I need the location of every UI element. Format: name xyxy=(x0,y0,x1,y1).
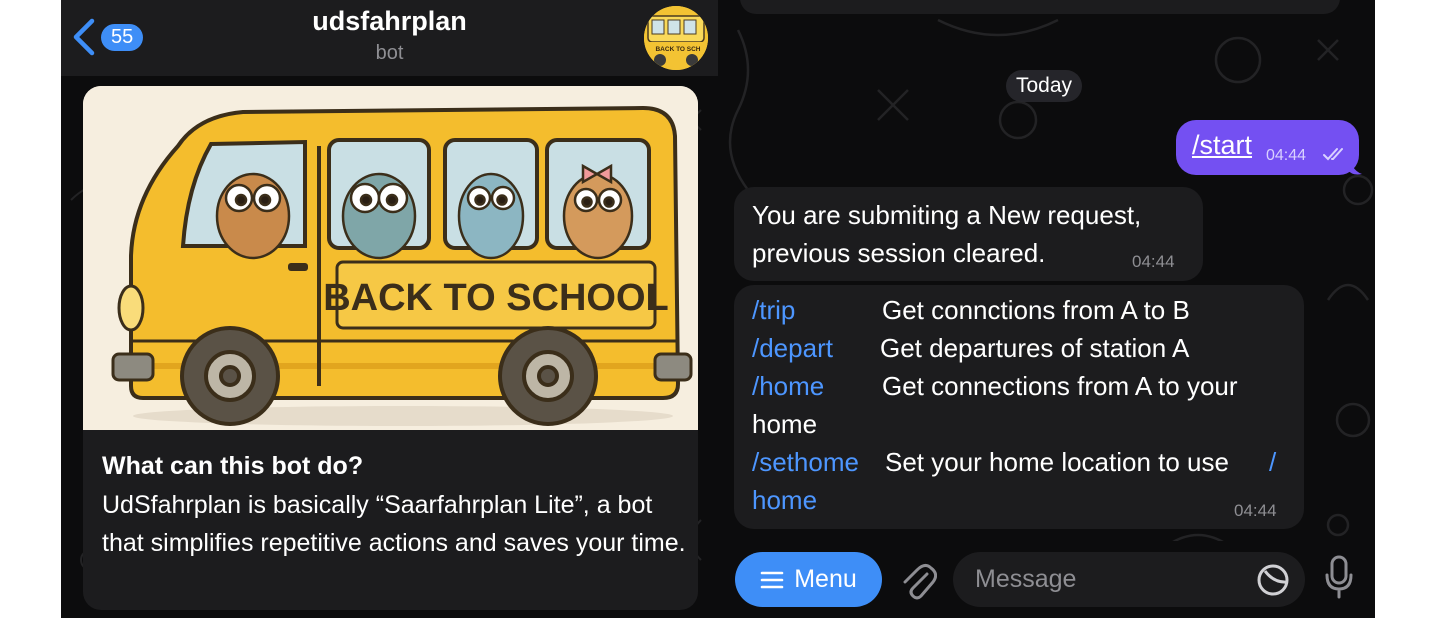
intro-description: UdSfahrplan is basically “Saarfahrplan L… xyxy=(102,491,686,557)
outgoing-message-bubble[interactable]: /start 04:44 xyxy=(1176,120,1359,175)
bot-intro-card: BACK TO SCHOOL What can this bot do? UdS… xyxy=(83,86,698,610)
chat-panel: Today /start 04:44 You are submiting a N… xyxy=(718,0,1375,618)
command-description: Get departures of station A xyxy=(880,333,1190,363)
intro-title: What can this bot do? xyxy=(102,452,364,480)
bubble-tail xyxy=(1348,150,1362,175)
intro-image: BACK TO SCHOOL xyxy=(83,86,698,430)
chat-header: 55 udsfahrplan bot BACK TO SCH xyxy=(61,0,718,76)
command-link-home-inline-continued[interactable]: home xyxy=(752,485,817,516)
command-description: Get connections from A to your xyxy=(882,371,1238,401)
message-line: previous session cleared. xyxy=(752,237,1046,268)
chat-subtitle: bot xyxy=(375,42,404,64)
avatar[interactable]: BACK TO SCH xyxy=(644,6,708,70)
command-link-home-inline[interactable]: / xyxy=(1269,447,1276,478)
school-bus-avatar-image: BACK TO SCH xyxy=(644,6,708,70)
message-input[interactable] xyxy=(953,552,1305,607)
school-bus-illustration: BACK TO SCHOOL xyxy=(83,86,698,430)
read-ticks-icon xyxy=(1323,148,1343,161)
avatar-bus-text: BACK TO SCH xyxy=(655,46,700,53)
bot-info-panel: 55 udsfahrplan bot BACK TO SCH BACK TO S… xyxy=(61,0,718,618)
bus-banner-text: BACK TO SCHOOL xyxy=(323,277,669,319)
message-time: 04:44 xyxy=(1234,501,1277,520)
command-description: Get connctions from A to B xyxy=(882,295,1190,325)
command-link-home[interactable]: /home xyxy=(752,371,824,402)
command-link-depart[interactable]: /depart xyxy=(752,333,833,364)
command-link-sethome[interactable]: /sethome xyxy=(752,447,859,478)
message-time: 04:44 xyxy=(1132,252,1175,271)
message-line: You are submiting a New request, xyxy=(752,200,1142,230)
attach-icon[interactable] xyxy=(901,560,937,600)
command-link-trip[interactable]: /trip xyxy=(752,295,795,326)
mic-icon[interactable] xyxy=(1324,555,1354,601)
date-separator: Today xyxy=(1006,70,1083,102)
incoming-command-list-bubble[interactable]: /trip Get connctions from A to B /depart… xyxy=(734,285,1304,529)
sticker-icon[interactable] xyxy=(1256,563,1290,597)
command-description: Set your home location to use xyxy=(885,447,1229,477)
message-time: 04:44 xyxy=(1266,147,1307,164)
command-description-continued: home xyxy=(752,409,818,439)
bot-menu-button[interactable]: Menu xyxy=(735,552,882,607)
incoming-message-bubble[interactable]: You are submiting a New request, previou… xyxy=(734,187,1203,281)
message-input-bar: Menu xyxy=(718,541,1375,618)
menu-button-label: Menu xyxy=(794,565,857,593)
previous-message-bubble xyxy=(740,0,1340,14)
chat-title[interactable]: udsfahrplan xyxy=(61,6,718,37)
outgoing-command-link[interactable]: /start xyxy=(1192,130,1252,161)
menu-lines-icon xyxy=(760,571,784,588)
message-text: You are submiting a New request, previou… xyxy=(752,197,1141,272)
